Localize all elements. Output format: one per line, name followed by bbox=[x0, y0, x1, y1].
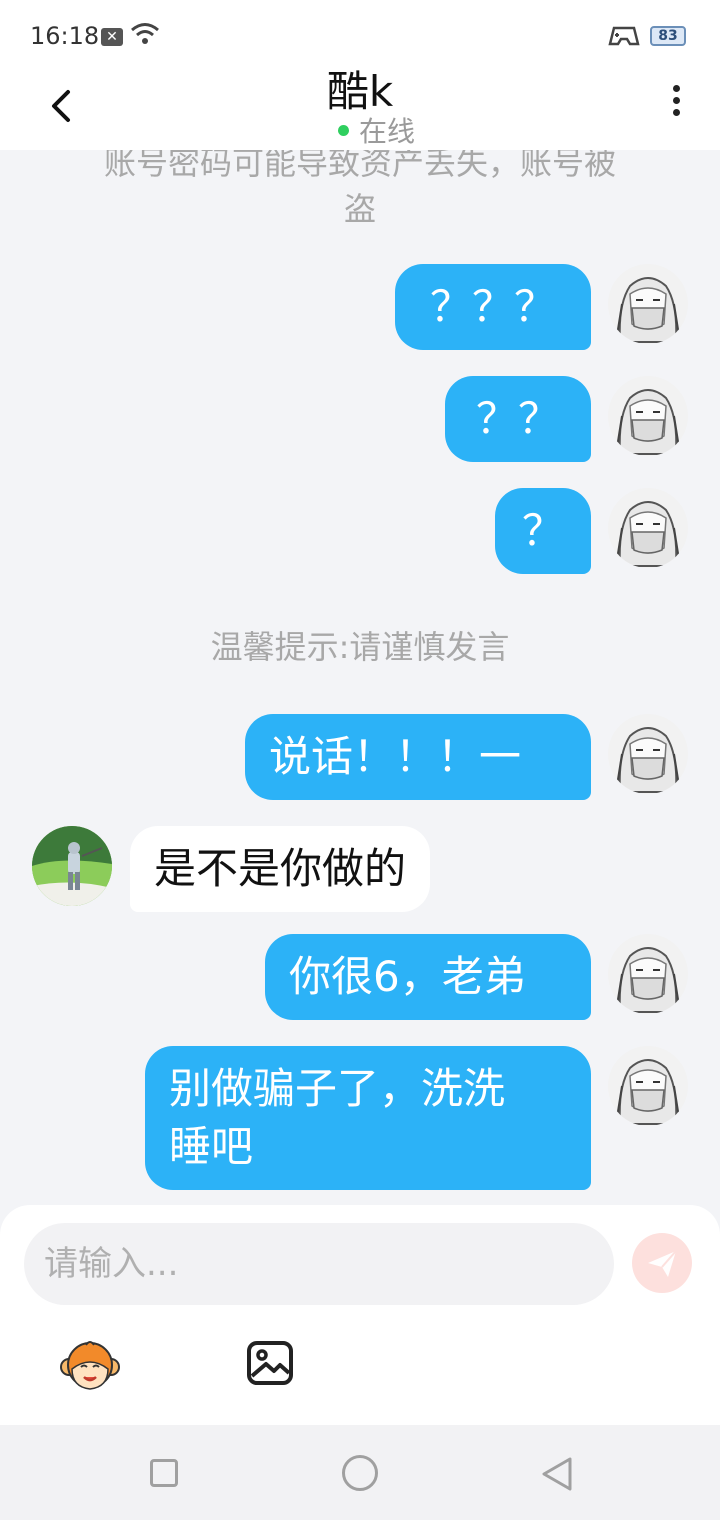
more-vertical-icon[interactable] bbox=[664, 82, 688, 122]
status-time: 16:18 bbox=[30, 22, 100, 50]
wifi-icon bbox=[131, 23, 159, 44]
user-avatar[interactable] bbox=[608, 714, 688, 794]
outgoing-message-bubble[interactable]: ？？？ bbox=[395, 264, 591, 350]
user-avatar[interactable] bbox=[608, 1046, 688, 1126]
contact-avatar[interactable] bbox=[32, 826, 112, 906]
outgoing-message-bubble[interactable]: ？ bbox=[495, 488, 591, 574]
message-input[interactable]: 请输入... bbox=[24, 1223, 614, 1305]
home-icon[interactable] bbox=[342, 1455, 378, 1491]
online-dot-icon bbox=[338, 124, 349, 136]
input-panel: 请输入... bbox=[0, 1205, 720, 1425]
close-box-icon: ✕ bbox=[101, 28, 123, 46]
outgoing-message-bubble[interactable]: ？？ bbox=[445, 376, 591, 462]
message-list[interactable]: 账号密码可能导致资产丢失，账号被 盗 ？？？ ？？ ？ 温馨提示:请谨慎发言 说… bbox=[0, 150, 720, 1205]
nav-back-icon[interactable] bbox=[540, 1455, 574, 1493]
online-status-text: 在线 bbox=[359, 115, 416, 148]
monkey-sticker-icon[interactable] bbox=[60, 1335, 120, 1395]
incoming-message-bubble[interactable]: 是不是你做的 bbox=[130, 826, 431, 912]
outgoing-message-bubble[interactable]: 说话！！！一 bbox=[245, 714, 591, 800]
user-avatar[interactable] bbox=[608, 488, 688, 568]
system-notice: 账号密码可能导致资产丢失，账号被 盗 bbox=[103, 150, 616, 228]
battery-indicator: 83 bbox=[650, 26, 686, 46]
system-tip: 温馨提示:请谨慎发言 bbox=[210, 628, 510, 666]
outgoing-message-bubble[interactable]: 你很6，老弟 bbox=[265, 934, 591, 1020]
gamepad-icon bbox=[608, 26, 640, 46]
send-button[interactable] bbox=[632, 1233, 692, 1293]
user-avatar[interactable] bbox=[608, 934, 688, 1014]
paper-plane-icon bbox=[648, 1250, 677, 1277]
system-nav-bar bbox=[0, 1425, 720, 1520]
chat-header: 酷k 在线 bbox=[0, 67, 720, 150]
recent-apps-icon[interactable] bbox=[150, 1459, 178, 1487]
online-status: 在线 bbox=[338, 114, 415, 148]
user-avatar[interactable] bbox=[608, 376, 688, 456]
image-icon[interactable] bbox=[246, 1340, 294, 1386]
user-avatar[interactable] bbox=[608, 264, 688, 344]
outgoing-message-bubble[interactable]: 别做骗子了，洗洗 睡吧 bbox=[145, 1046, 591, 1190]
